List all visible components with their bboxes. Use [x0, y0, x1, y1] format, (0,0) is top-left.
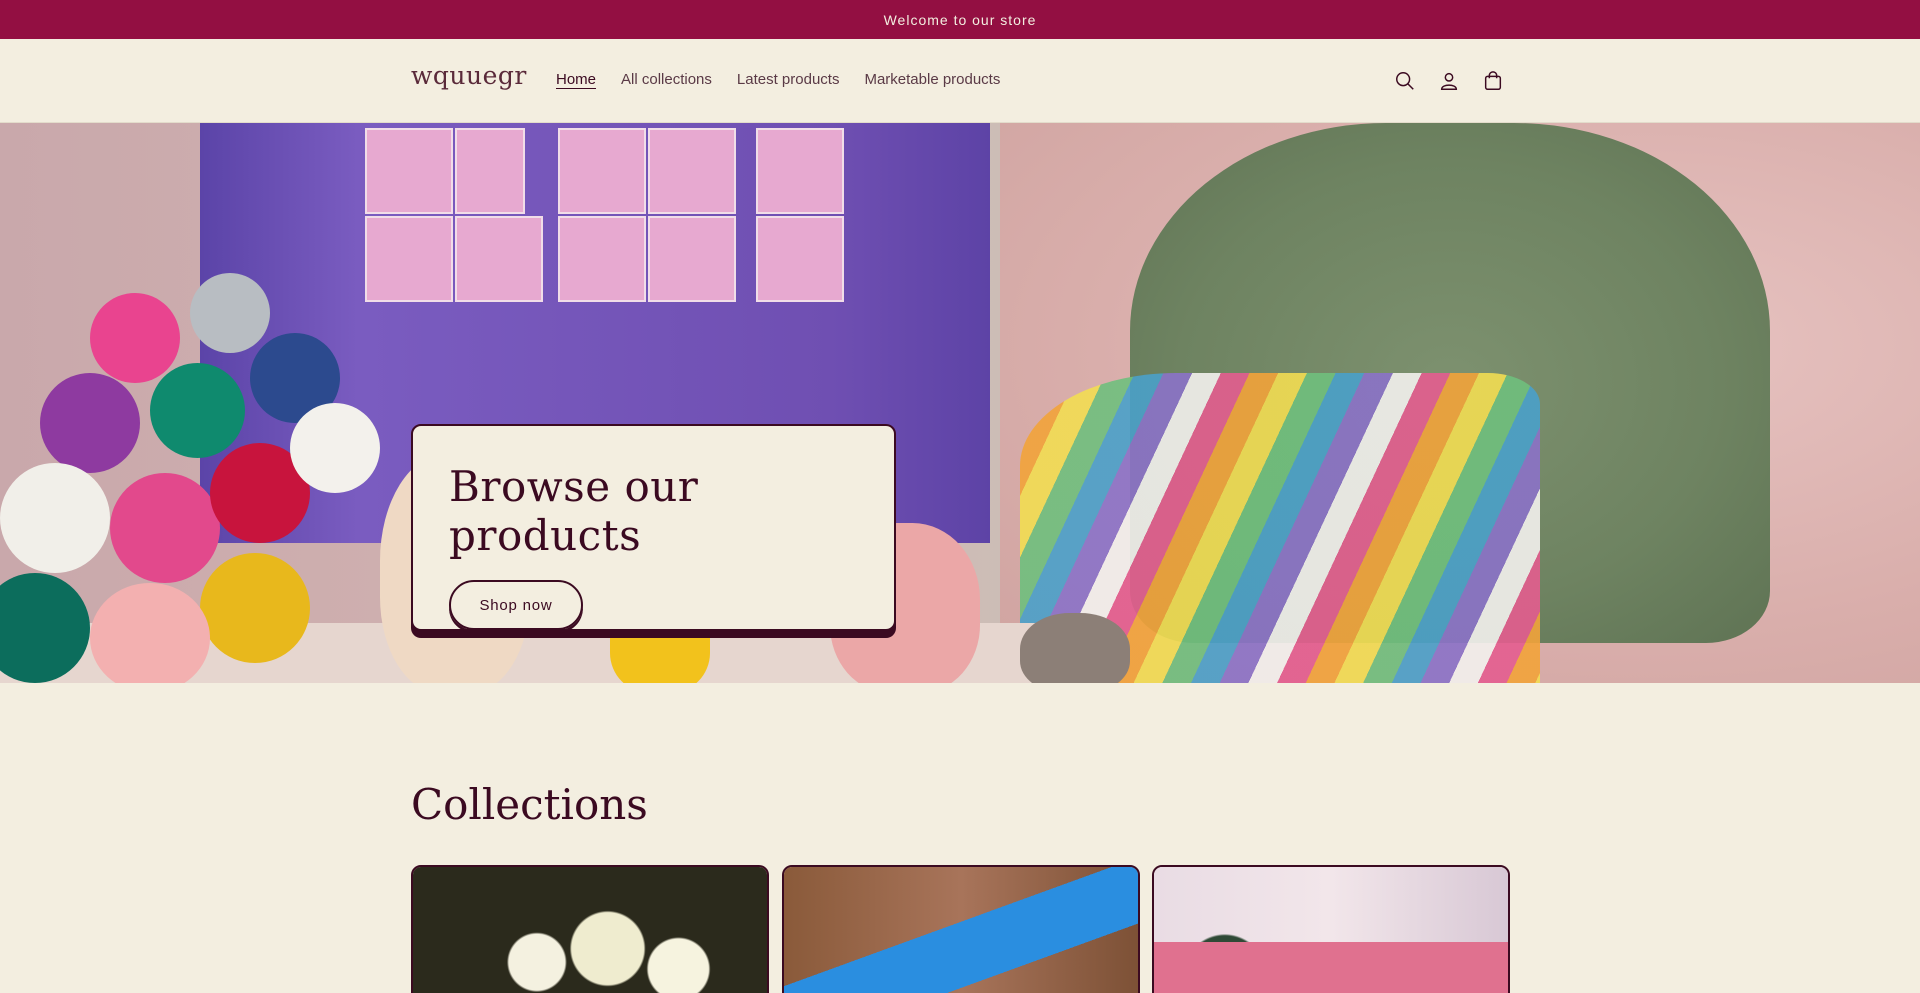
- search-button[interactable]: [1390, 66, 1420, 96]
- account-icon: [1440, 72, 1458, 90]
- hero-heading: Browse our products: [449, 462, 699, 560]
- nav-link-all-collections[interactable]: All collections: [621, 71, 712, 88]
- account-button[interactable]: [1434, 66, 1464, 96]
- search-icon: [1396, 72, 1414, 90]
- shop-now-button[interactable]: Shop now: [449, 580, 583, 630]
- announcement-bar: Welcome to our store: [0, 0, 1920, 39]
- cart-button[interactable]: [1478, 66, 1508, 96]
- collection-image-games: [784, 867, 1138, 993]
- nav-link-latest-products[interactable]: Latest products: [737, 71, 840, 88]
- collection-card-advent[interactable]: [1152, 865, 1510, 993]
- nav-link-home[interactable]: Home: [556, 71, 596, 88]
- collections-title: Collections: [411, 780, 648, 829]
- header-icons: [1390, 66, 1522, 96]
- announcement-text: Welcome to our store: [883, 11, 1037, 28]
- hero-content-box: Browse our products Shop now: [411, 424, 896, 631]
- collection-image-advent: [1154, 867, 1508, 993]
- collection-card-games[interactable]: [782, 865, 1140, 993]
- cart-icon: [1484, 71, 1502, 90]
- collection-card-flowers[interactable]: [411, 865, 769, 993]
- site-header: wquuegr Home All collections Latest prod…: [0, 39, 1920, 123]
- nav-link-marketable-products[interactable]: Marketable products: [864, 71, 1000, 88]
- collection-image-flowers: [413, 867, 767, 993]
- store-logo[interactable]: wquuegr: [411, 61, 527, 90]
- hero-banner: Browse our products Shop now: [0, 123, 1920, 683]
- main-nav: Home All collections Latest products Mar…: [556, 71, 1025, 88]
